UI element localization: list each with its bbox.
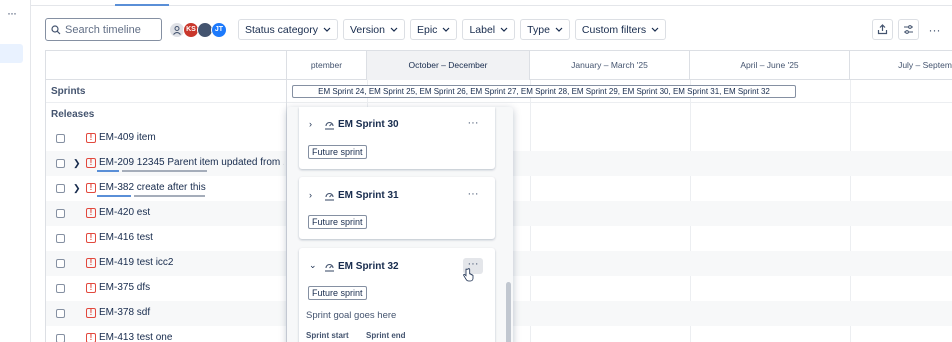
view-settings-button[interactable] xyxy=(898,19,919,40)
share-button[interactable] xyxy=(872,19,893,40)
status-badge: Future sprint xyxy=(308,215,367,229)
chevron-right-icon[interactable]: › xyxy=(309,190,312,200)
sprint-start-label: Sprint start xyxy=(306,331,349,340)
version-filter[interactable]: Version xyxy=(342,19,405,40)
filter-label: Epic xyxy=(417,23,438,36)
more-icon: ··· xyxy=(928,22,941,37)
chevron-down-icon xyxy=(390,27,398,32)
month-header-current: October – December xyxy=(367,51,530,80)
toolbar-actions: ··· xyxy=(867,19,945,40)
share-icon xyxy=(877,24,888,35)
sprint-card-expanded[interactable]: ⌄ EM Sprint 32 ··· Future sprint Sprint … xyxy=(299,248,495,342)
filter-label: Status category xyxy=(245,23,318,36)
list-column-divider xyxy=(46,51,287,342)
avatar[interactable]: JT xyxy=(211,21,227,38)
scrollbar[interactable] xyxy=(506,282,511,342)
timeline-header: ptember October – December January – Mar… xyxy=(287,51,952,80)
chevron-down-icon xyxy=(500,27,508,32)
filter-label: Version xyxy=(349,23,385,36)
toolbar: KS JT Status category Version Epic Label… xyxy=(45,18,667,41)
timeline-view: ··· KS JT Status category Version Epic L… xyxy=(0,0,952,342)
search-input[interactable] xyxy=(65,23,157,36)
rail-selected-item[interactable] xyxy=(0,44,23,63)
avatar-group[interactable]: KS JT xyxy=(169,21,227,38)
more-icon[interactable]: ··· xyxy=(463,188,483,204)
chevron-down-icon xyxy=(323,27,331,32)
sprint-popover: › EM Sprint 30 ··· Future sprint › EM Sp… xyxy=(287,107,513,342)
search-box[interactable] xyxy=(45,18,162,41)
filter-label: Label xyxy=(469,23,496,36)
sprint-bar[interactable]: EM Sprint 24, EM Sprint 25, EM Sprint 26… xyxy=(292,85,796,98)
chevron-right-icon[interactable]: › xyxy=(309,119,312,129)
sprint-end-label: Sprint end xyxy=(366,331,406,340)
sprint-title: EM Sprint 31 xyxy=(338,190,399,201)
chevron-down-icon xyxy=(555,27,563,32)
chevron-down-icon[interactable]: ⌄ xyxy=(309,260,317,271)
month-header: January – March '25 xyxy=(530,51,690,80)
status-badge: Future sprint xyxy=(308,286,367,300)
filter-label: Custom filters xyxy=(581,23,647,36)
chevron-down-icon xyxy=(443,27,450,32)
sprint-card[interactable]: › EM Sprint 31 ··· Future sprint xyxy=(299,177,495,239)
filter-label: Type xyxy=(527,23,550,36)
custom-filters-filter[interactable]: Custom filters xyxy=(574,19,667,40)
more-actions-button[interactable]: ··· xyxy=(924,19,945,40)
month-header: July – Septem xyxy=(898,60,952,70)
month-header: ptember xyxy=(287,51,367,80)
sprint-icon xyxy=(325,121,334,130)
status-badge: Future sprint xyxy=(308,145,367,159)
month-header: April – June '25 xyxy=(690,51,850,80)
search-icon xyxy=(51,24,61,34)
sprint-icon xyxy=(325,192,334,201)
active-tab-indicator xyxy=(115,4,169,6)
epic-filter[interactable]: Epic xyxy=(410,19,458,40)
status-category-filter[interactable]: Status category xyxy=(238,19,338,40)
hand-cursor-icon xyxy=(463,268,474,282)
label-filter[interactable]: Label xyxy=(462,19,516,40)
type-filter[interactable]: Type xyxy=(520,19,570,40)
sprint-goal: Sprint goal goes here xyxy=(306,310,397,321)
chevron-down-icon xyxy=(651,27,659,32)
tab-strip xyxy=(31,0,952,6)
sliders-icon xyxy=(904,25,913,34)
left-rail: ··· xyxy=(0,0,31,342)
sprint-title: EM Sprint 30 xyxy=(338,119,399,130)
more-icon[interactable]: ··· xyxy=(7,6,17,20)
sprint-icon xyxy=(325,263,334,272)
sprint-title: EM Sprint 32 xyxy=(338,261,399,272)
more-icon[interactable]: ··· xyxy=(463,117,483,133)
sprint-card[interactable]: › EM Sprint 30 ··· Future sprint xyxy=(299,107,495,169)
